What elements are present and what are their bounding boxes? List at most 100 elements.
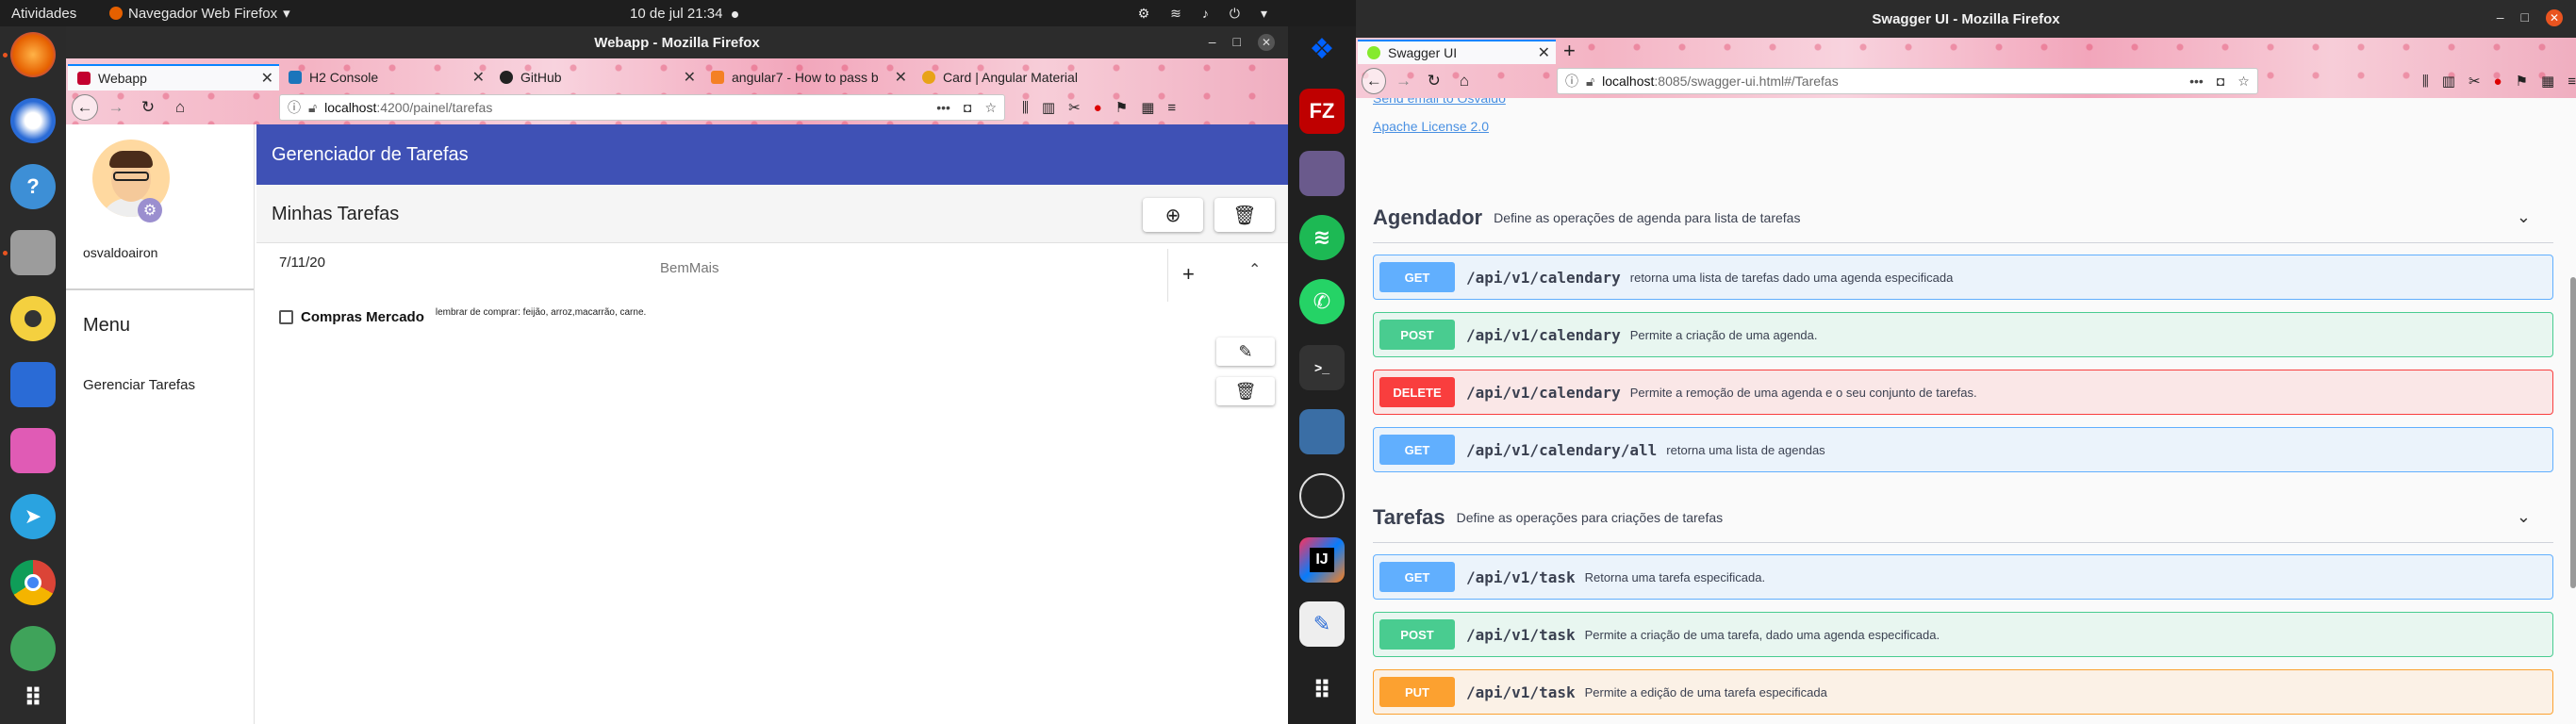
close-tab-icon[interactable]: ✕ <box>472 68 485 87</box>
screenshot-icon[interactable]: ✂ <box>2469 73 2481 90</box>
pocket-icon[interactable]: ◘ <box>964 100 971 116</box>
url-bar[interactable]: ⓘ 🔓︎ localhost:8085/swagger-ui.html#/Tar… <box>1557 68 2258 94</box>
bookmark-star-icon[interactable]: ☆ <box>2237 74 2250 90</box>
telegram-dock-icon[interactable]: ➤ <box>10 494 56 539</box>
bookmark-star-icon[interactable]: ☆ <box>984 100 997 116</box>
show-apps-icon[interactable]: ⠿ <box>1299 667 1345 713</box>
firefox-dock-icon[interactable] <box>10 32 56 77</box>
delete-all-button[interactable]: 🗑︎ <box>1214 198 1275 232</box>
reload-icon[interactable]: ↻ <box>134 93 162 122</box>
activities-button[interactable]: Atividades <box>11 6 76 22</box>
extension-red-icon[interactable]: ● <box>1094 100 1102 116</box>
edit-task-button[interactable]: ✎ <box>1216 337 1275 366</box>
page-actions-icon[interactable]: ••• <box>2189 74 2204 90</box>
obs-dock-icon[interactable] <box>1299 473 1345 518</box>
operation-delete-calendary[interactable]: DELETE/api/v1/calendary Permite a remoção… <box>1373 370 2553 415</box>
page-actions-icon[interactable]: ••• <box>936 100 950 116</box>
close-tab-icon[interactable]: ✕ <box>895 68 907 87</box>
sidebar-icon[interactable]: ▥ <box>2442 73 2455 90</box>
intellij-dock-icon[interactable]: IJ <box>1299 537 1345 583</box>
home-icon[interactable]: ⌂ <box>166 93 194 122</box>
terminal-dock-icon[interactable]: >_ <box>1299 345 1345 390</box>
hamburger-menu-icon[interactable]: ≡ <box>1167 100 1176 116</box>
back-icon[interactable]: ← <box>72 94 98 121</box>
tab-swagger[interactable]: Swagger UI ✕ <box>1358 40 1556 64</box>
dropbox-dock-icon[interactable]: ❖ <box>1299 26 1345 72</box>
caret-down-icon: ▾ <box>1260 5 1267 21</box>
show-apps-icon[interactable]: ⠿ <box>10 675 56 720</box>
extensions-grid-icon[interactable]: ▦ <box>2541 73 2554 90</box>
section-agendador[interactable]: Agendador Define as operações de agenda … <box>1373 192 2553 243</box>
help-dock-icon[interactable]: ? <box>10 164 56 209</box>
add-circle-button[interactable]: ⊕ <box>1143 198 1203 232</box>
library-icon[interactable]: ⫼ <box>1022 100 1029 116</box>
forward-icon[interactable]: → <box>1390 67 1416 95</box>
tab-stackoverflow[interactable]: angular7 - How to pass b ✕ <box>702 64 913 90</box>
video-editor-dock-icon[interactable] <box>1299 151 1345 196</box>
minimize-icon[interactable]: – <box>1209 34 1216 51</box>
maximize-icon[interactable]: □ <box>2521 9 2529 26</box>
gear-icon[interactable]: ⚙ <box>138 198 162 222</box>
extension-icon[interactable]: ⚑ <box>2516 73 2528 90</box>
maximize-icon[interactable]: □ <box>1233 34 1241 51</box>
operation-post-calendary[interactable]: POST/api/v1/calendary Permite a criação d… <box>1373 312 2553 357</box>
sidebar-icon[interactable]: ▥ <box>1042 99 1055 116</box>
home-icon[interactable]: ⌂ <box>1451 67 1478 95</box>
close-tab-icon[interactable]: ✕ <box>1538 43 1550 62</box>
hamburger-menu-icon[interactable]: ≡ <box>2568 74 2576 90</box>
rhythmbox-dock-icon[interactable] <box>10 296 56 341</box>
forward-icon[interactable]: → <box>102 93 130 122</box>
operation-get-calendary[interactable]: GET/api/v1/calendary retorna uma lista de… <box>1373 255 2553 300</box>
tab-label: Card | Angular Material <box>943 70 1078 85</box>
back-icon[interactable]: ← <box>1362 68 1387 94</box>
thunderbird-dock-icon[interactable] <box>10 98 56 143</box>
operation-get-task[interactable]: GET/api/v1/task Retorna uma tarefa especi… <box>1373 554 2553 600</box>
filezilla-dock-icon[interactable]: FZ <box>1299 89 1345 134</box>
clock[interactable]: 10 de jul 21:34 <box>630 6 739 22</box>
image-viewer-dock-icon[interactable] <box>10 428 56 473</box>
minimize-icon[interactable]: – <box>2497 9 2504 26</box>
section-tarefas[interactable]: Tarefas Define as operações para criaçõe… <box>1373 492 2553 543</box>
contact-email-link[interactable]: Send email to Osvaldo <box>1373 98 1506 106</box>
extension-red-icon[interactable]: ● <box>2494 74 2502 90</box>
task-checkbox[interactable] <box>279 310 293 324</box>
operation-post-task[interactable]: POST/api/v1/task Permite a criação de uma… <box>1373 612 2553 657</box>
tab-angular-material[interactable]: Card | Angular Material <box>913 64 1124 90</box>
chevron-up-icon[interactable]: ⌃ <box>1248 260 1261 279</box>
library-icon[interactable]: ⫼ <box>2422 74 2429 90</box>
remmina-dock-icon[interactable] <box>1299 409 1345 454</box>
menu-item-gerenciar-tarefas[interactable]: Gerenciar Tarefas <box>83 377 195 393</box>
files-dock-icon[interactable] <box>10 230 56 275</box>
extensions-grid-icon[interactable]: ▦ <box>1141 99 1154 116</box>
close-tab-icon[interactable]: ✕ <box>261 69 273 88</box>
info-icon[interactable]: ⓘ <box>288 98 301 117</box>
tab-h2-console[interactable]: H2 Console ✕ <box>279 64 490 90</box>
close-icon[interactable]: ✕ <box>2546 9 2563 26</box>
license-link[interactable]: Apache License 2.0 <box>1373 119 1489 134</box>
tab-webapp[interactable]: Webapp ✕ <box>68 64 279 90</box>
chrome-dock-icon[interactable] <box>10 560 56 605</box>
scrollbar[interactable] <box>2570 277 2576 588</box>
tab-label: angular7 - How to pass b <box>732 70 879 85</box>
add-task-icon[interactable]: + <box>1182 262 1195 287</box>
operation-get-calendary-all[interactable]: GET/api/v1/calendary/all retorna uma list… <box>1373 427 2553 472</box>
new-tab-button[interactable]: + <box>1556 38 1583 64</box>
writer-dock-icon[interactable] <box>10 362 56 407</box>
screenshot-icon[interactable]: ✂ <box>1068 99 1081 116</box>
tab-github[interactable]: GitHub ✕ <box>490 64 702 90</box>
operation-put-task[interactable]: PUT/api/v1/task Permite a edição de uma t… <box>1373 669 2553 715</box>
extension-icon[interactable]: ⚑ <box>1115 99 1128 116</box>
green-app-dock-icon[interactable] <box>10 626 56 671</box>
spotify-dock-icon[interactable]: ≋ <box>1299 215 1345 260</box>
close-icon[interactable]: ✕ <box>1258 34 1275 51</box>
text-editor-dock-icon[interactable]: ✎ <box>1299 601 1345 647</box>
whatsapp-dock-icon[interactable]: ✆ <box>1299 279 1345 324</box>
url-bar[interactable]: ⓘ 🔓︎ localhost:4200/painel/tarefas ••• ◘ ☆ <box>279 94 1005 121</box>
system-tray[interactable]: ⚙ ≋ ♪ ⏻ ▾ <box>1138 6 1267 22</box>
delete-task-button[interactable]: 🗑︎ <box>1216 377 1275 405</box>
info-icon[interactable]: ⓘ <box>1565 72 1578 90</box>
pocket-icon[interactable]: ◘ <box>2217 74 2224 90</box>
close-tab-icon[interactable]: ✕ <box>684 68 696 87</box>
reload-icon[interactable]: ↻ <box>1421 67 1447 95</box>
app-menu[interactable]: Navegador Web Firefox ▾ <box>109 5 290 22</box>
